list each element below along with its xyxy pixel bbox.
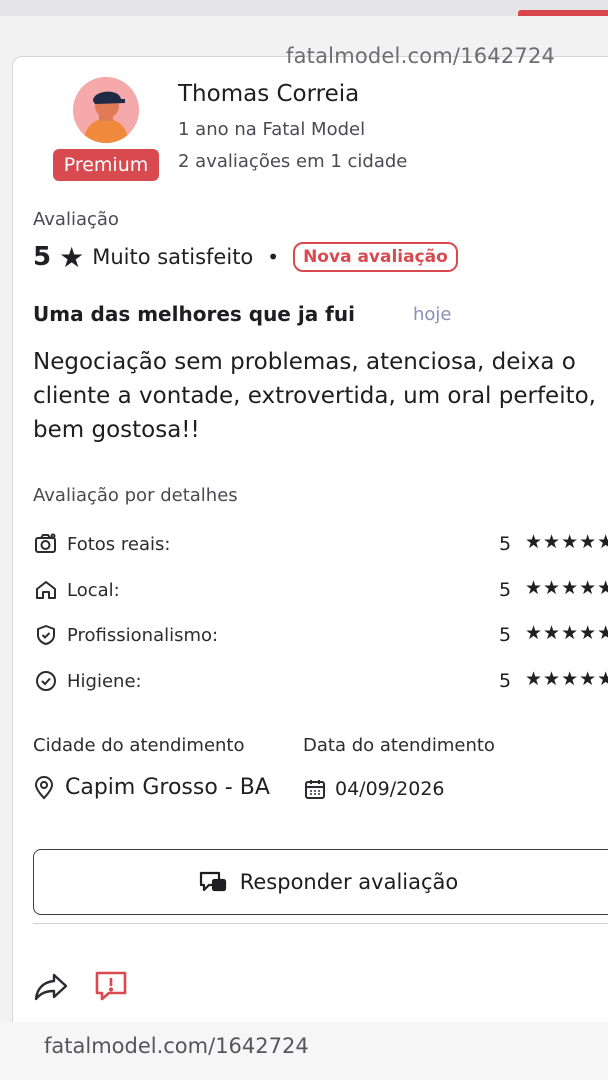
top-accent-tab[interactable] — [518, 10, 608, 16]
review-time: hoje — [413, 304, 452, 325]
reply-button-label: Responder avaliação — [239, 870, 459, 894]
detail-stars: ★★★★★ — [525, 577, 608, 599]
detail-value: 5 — [499, 624, 512, 646]
overall-rating: 5 ★ Muito satisfeito • Nova avaliação — [33, 239, 458, 275]
reviewer-name[interactable]: Thomas Correia — [178, 81, 359, 107]
date-value: 04/09/2026 — [335, 778, 445, 800]
detail-stars: ★★★★★ — [525, 622, 608, 644]
service-city: Capim Grosso - BA — [33, 775, 270, 800]
separator-dot: • — [267, 245, 280, 269]
calendar-icon — [303, 777, 327, 801]
watermark-top: fatalmodel.com/1642724 — [286, 44, 556, 68]
new-review-badge: Nova avaliação — [293, 242, 458, 272]
top-strip — [0, 0, 608, 16]
detail-label: Fotos reais: — [67, 533, 171, 555]
date-label: Data do atendimento — [303, 735, 495, 756]
chat-reply-icon — [198, 870, 228, 894]
location-pin-icon — [33, 775, 55, 800]
city-value: Capim Grosso - BA — [65, 775, 270, 800]
check-circle-icon — [33, 668, 59, 694]
detail-label: Higiene: — [67, 670, 142, 692]
service-date: 04/09/2026 — [303, 777, 445, 801]
reviewer-tenure: 1 ano na Fatal Model — [178, 119, 366, 140]
review-text: Negociação sem problemas, atenciosa, dei… — [33, 349, 596, 443]
divider — [33, 923, 608, 924]
detail-row-higiene: Higiene: 5 ★★★★★ — [33, 666, 608, 696]
reviewer-avatar — [73, 77, 139, 143]
detail-row-profissionalismo: Profissionalismo: 5 ★★★★★ — [33, 620, 608, 650]
rating-label: Avaliação — [33, 209, 119, 230]
reply-review-button[interactable]: Responder avaliação — [33, 849, 608, 915]
camera-icon — [33, 531, 59, 557]
home-icon — [33, 577, 59, 603]
detail-stars: ★★★★★ — [525, 531, 608, 553]
satisfaction-text: Muito satisfeito — [92, 245, 254, 269]
review-card: Premium Thomas Correia 1 ano na Fatal Mo… — [12, 56, 608, 1056]
watermark-bottom: fatalmodel.com/1642724 — [44, 1034, 309, 1058]
detail-label: Local: — [67, 579, 120, 601]
share-button[interactable] — [33, 971, 69, 1005]
rating-score: 5 — [33, 242, 52, 272]
share-icon — [33, 973, 69, 1005]
report-alert-icon — [93, 971, 129, 1007]
detail-stars: ★★★★★ — [525, 668, 608, 690]
premium-badge: Premium — [53, 149, 159, 181]
review-title: Uma das melhores que ja fui — [33, 302, 355, 326]
avatar — [73, 77, 139, 143]
details-heading: Avaliação por detalhes — [33, 485, 238, 506]
reviewer-stats: 2 avaliações em 1 cidade — [178, 151, 408, 172]
star-icon: ★ — [59, 240, 85, 274]
user-avatar-icon — [73, 77, 139, 143]
detail-row-local: Local: 5 ★★★★★ — [33, 575, 608, 605]
detail-value: 5 — [499, 533, 512, 555]
report-button[interactable] — [93, 969, 129, 1007]
detail-row-fotos: Fotos reais: 5 ★★★★★ — [33, 529, 608, 559]
detail-value: 5 — [499, 670, 512, 692]
shield-check-icon — [33, 622, 59, 648]
city-label: Cidade do atendimento — [33, 735, 245, 756]
detail-value: 5 — [499, 579, 512, 601]
detail-label: Profissionalismo: — [67, 624, 219, 646]
